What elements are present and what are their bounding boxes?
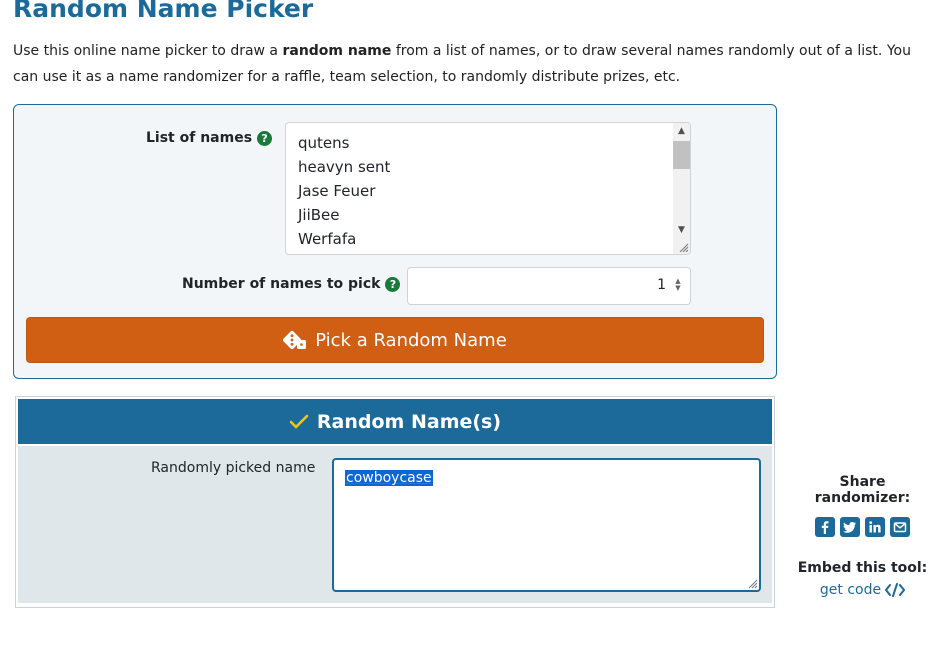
count-help-icon[interactable]: ? xyxy=(385,276,401,292)
scroll-up-icon[interactable]: ▲ xyxy=(673,123,690,139)
facebook-icon[interactable] xyxy=(815,517,835,537)
share-title: Share randomizer: xyxy=(814,474,911,506)
email-icon[interactable] xyxy=(890,517,910,537)
scroll-thumb[interactable] xyxy=(673,141,690,169)
names-textarea[interactable]: qutens heavyn sent Jase Feuer JiiBee Werfafa… xyxy=(285,122,691,255)
resize-grip-icon[interactable] xyxy=(748,579,758,589)
count-label-row: Number of names to pick ? xyxy=(182,276,401,292)
twitter-icon[interactable] xyxy=(840,517,860,537)
pick-random-name-button[interactable]: Pick a Random Name xyxy=(26,317,764,363)
name-list-item: JiiBee xyxy=(298,206,340,224)
intro-part-1: Use this online name picker to draw a xyxy=(13,43,283,59)
name-picker-form: List of names ? qutens heavyn sent Jase Fe… xyxy=(13,104,777,379)
checkmark-icon xyxy=(289,414,309,429)
pick-button-label: Pick a Random Name xyxy=(315,329,507,351)
linkedin-icon[interactable] xyxy=(865,517,885,537)
result-body: Randomly picked name cowboycase xyxy=(18,446,772,603)
names-label-row: List of names ? xyxy=(146,130,273,146)
dice-icon xyxy=(283,330,307,350)
result-card: Random Name(s) Randomly picked name cowb… xyxy=(15,396,775,608)
result-value: cowboycase xyxy=(345,470,433,486)
names-list: qutens heavyn sent Jase Feuer JiiBee Werfafa xyxy=(286,123,690,251)
share-panel: Share randomizer: Embed this tool: get c… xyxy=(790,474,935,598)
name-list-item: heavyn sent xyxy=(298,158,391,176)
name-list-item: Jase Feuer xyxy=(298,182,376,200)
names-help-icon[interactable]: ? xyxy=(257,130,273,146)
page-title: Random Name Picker xyxy=(13,0,314,23)
share-icons xyxy=(790,517,935,537)
intro-text: Use this online name picker to draw a ra… xyxy=(13,38,938,90)
names-scrollbar[interactable]: ▲ ▼ xyxy=(673,123,690,254)
scroll-down-icon[interactable]: ▼ xyxy=(673,222,690,238)
embed-get-code-link[interactable]: get code xyxy=(819,582,906,598)
result-label: Randomly picked name xyxy=(151,460,316,476)
embed-link-label: get code xyxy=(819,582,882,598)
name-list-item: qutens xyxy=(298,134,350,152)
spinner-icon[interactable]: ▲ ▼ xyxy=(672,278,684,294)
names-label: List of names xyxy=(146,130,253,146)
result-header: Random Name(s) xyxy=(18,399,772,444)
embed-title: Embed this tool: xyxy=(797,560,928,576)
count-label: Number of names to pick xyxy=(182,276,381,292)
intro-bold: random name xyxy=(282,43,392,59)
result-textarea[interactable]: cowboycase xyxy=(332,458,761,592)
count-value: 1 xyxy=(657,277,666,293)
count-input[interactable]: 1 ▲ ▼ xyxy=(407,267,691,305)
name-list-item: Werfafa xyxy=(298,230,357,248)
result-header-title: Random Name(s) xyxy=(316,410,502,433)
resize-grip-icon[interactable] xyxy=(679,243,689,253)
code-icon xyxy=(885,583,906,597)
